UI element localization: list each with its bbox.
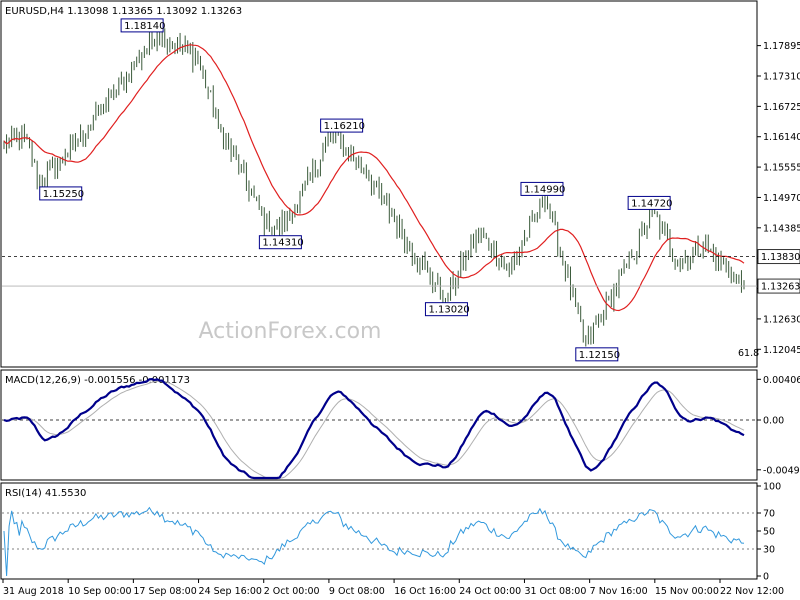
watermark: ActionForex.com: [199, 319, 382, 344]
price-tick-label-2: 1.16725: [763, 102, 800, 113]
annotation-label-7: 1.14720: [631, 198, 672, 209]
rsi-tick-label-3: 30: [763, 545, 775, 556]
symbol-header: EURUSD,H4 1.13098 1.13365 1.13092 1.1326…: [5, 6, 242, 17]
annotation-label-3: 1.16210: [324, 121, 365, 132]
annotation-label-4: 1.13020: [428, 305, 469, 316]
rsi-tick-label-0: 100: [763, 482, 781, 493]
price-tick-label-6: 1.14385: [763, 223, 800, 234]
x-tick-label-9: 7 Nov 16:00: [590, 586, 648, 597]
x-tick-label-6: 16 Oct 16:00: [394, 586, 456, 597]
x-tick-label-5: 9 Oct 08:00: [329, 586, 385, 597]
partial-level-label: 61.8: [738, 348, 759, 359]
x-tick-label-10: 15 Nov 00:00: [655, 586, 719, 597]
macd-tick-label-0: 0.004069: [763, 375, 800, 386]
current-price-label: 1.13263: [761, 282, 800, 293]
price-tick-label-4: 1.15555: [763, 163, 800, 174]
annotation-label-6: 1.12150: [579, 350, 620, 361]
price-tick-label-9: 1.12630: [763, 314, 800, 325]
x-tick-label-4: 2 Oct 00:00: [264, 586, 320, 597]
x-tick-label-11: 22 Nov 12:00: [720, 586, 784, 597]
macd-tick-label-2: -0.004981: [763, 465, 800, 476]
annotation-label-5: 1.14990: [524, 184, 565, 195]
annotation-label-0: 1.18140: [124, 21, 165, 32]
rsi-tick-label-2: 50: [763, 527, 775, 538]
rsi-tick-label-1: 70: [763, 509, 775, 520]
rsi-title: RSI(14) 41.5530: [5, 488, 86, 499]
eurusd-chart: ActionForex.com EURUSD,H4 1.13098 1.1336…: [0, 0, 800, 600]
rsi-tick-label-4: 0: [763, 572, 769, 583]
reference-level-label: 1.13830: [761, 252, 800, 263]
x-tick-label-2: 17 Sep 08:00: [133, 586, 196, 597]
price-tick-label-10: 1.12045: [763, 345, 800, 356]
price-tick-label-1: 1.17310: [763, 71, 800, 82]
price-tick-label-3: 1.16140: [763, 132, 800, 143]
x-tick-label-8: 31 Oct 08:00: [524, 586, 586, 597]
price-tick-label-5: 1.14970: [763, 193, 800, 204]
chart-background: [0, 0, 800, 600]
annotation-label-1: 1.15250: [43, 189, 84, 200]
x-tick-label-0: 31 Aug 2018: [3, 586, 64, 597]
price-tick-label-0: 1.17895: [763, 41, 800, 52]
annotation-label-2: 1.14310: [262, 238, 303, 249]
x-tick-label-7: 24 Oct 00:00: [459, 586, 521, 597]
x-tick-label-3: 24 Sep 16:00: [199, 586, 262, 597]
macd-tick-label-1: 0.00: [763, 416, 784, 427]
x-tick-label-1: 10 Sep 00:00: [68, 586, 131, 597]
